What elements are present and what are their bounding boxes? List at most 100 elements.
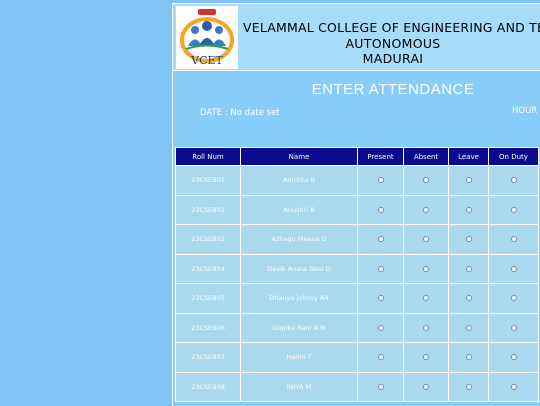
- on-duty-cell: [488, 283, 539, 314]
- present-radio[interactable]: [377, 354, 384, 361]
- hour-label: HOUR: [512, 106, 538, 116]
- present-radio[interactable]: [377, 383, 384, 390]
- student-name-cell: Dhanya johnsy AR: [240, 283, 358, 314]
- on-duty-cell: [488, 194, 539, 225]
- college-status: AUTONOMOUS: [345, 36, 441, 51]
- leave-radio[interactable]: [465, 295, 472, 302]
- college-logo: VCET: [176, 6, 238, 69]
- leave-cell: [448, 224, 489, 255]
- roll-number-cell: 23CSEB01: [175, 165, 241, 196]
- leave-radio[interactable]: [465, 236, 472, 243]
- present-cell: [357, 283, 404, 314]
- absent-radio[interactable]: [423, 354, 429, 361]
- leave-radio[interactable]: [465, 177, 472, 184]
- student-name-cell: INIYA M: [240, 371, 358, 402]
- roll-number-cell: 23CSEB02: [175, 194, 241, 225]
- leave-cell: [448, 283, 489, 314]
- on-duty-radio[interactable]: [510, 236, 517, 243]
- roll-number-cell: 23CSEB07: [175, 342, 241, 373]
- page-title: ENTER ATTENDANCE: [311, 81, 475, 98]
- column-header-present: Present: [357, 147, 404, 166]
- roll-number-cell: 23CSEB04: [175, 253, 241, 284]
- student-name-cell: Azhagu Meena G: [240, 224, 358, 255]
- on-duty-cell: [488, 224, 539, 255]
- on-duty-cell: [488, 165, 539, 196]
- college-city: MADURAI: [362, 51, 424, 66]
- column-header-name: Name: [240, 147, 358, 166]
- roll-number-cell: 23CSEB03: [175, 224, 241, 255]
- roll-number-cell: 23CSEB05: [175, 283, 241, 314]
- table-row: 23CSEB05 Dhanya johnsy AR: [175, 283, 539, 314]
- absent-radio[interactable]: [423, 295, 429, 302]
- present-cell: [357, 312, 404, 343]
- present-radio[interactable]: [377, 177, 384, 184]
- on-duty-radio[interactable]: [510, 295, 517, 302]
- leave-radio[interactable]: [465, 206, 472, 213]
- present-cell: [357, 371, 404, 402]
- absent-radio[interactable]: [423, 236, 429, 243]
- on-duty-radio[interactable]: [510, 354, 517, 361]
- on-duty-radio[interactable]: [510, 324, 517, 331]
- attendance-page: VCET VELAMMAL COLLEGE OF ENGINEERING AND…: [172, 3, 540, 406]
- on-duty-radio[interactable]: [510, 265, 517, 272]
- absent-cell: [403, 283, 449, 314]
- table-row: 23CSEB08 INIYA M: [175, 371, 539, 402]
- student-name-cell: Anushri B: [240, 194, 358, 225]
- table-row: 23CSEB07 Harini T: [175, 342, 539, 373]
- absent-cell: [403, 371, 449, 402]
- column-header-leave: Leave: [448, 147, 489, 166]
- student-name-cell: Devik Aruna Devi D: [240, 253, 358, 284]
- leave-cell: [448, 371, 489, 402]
- table-row: 23CSEB01 Amritha B: [175, 165, 539, 196]
- leave-radio[interactable]: [465, 354, 472, 361]
- date-label: DATE : No date set: [200, 108, 280, 118]
- present-cell: [357, 342, 404, 373]
- leave-radio[interactable]: [465, 324, 472, 331]
- present-cell: [357, 253, 404, 284]
- present-cell: [357, 194, 404, 225]
- absent-radio[interactable]: [423, 177, 429, 184]
- present-cell: [357, 224, 404, 255]
- absent-cell: [403, 165, 449, 196]
- absent-radio[interactable]: [423, 206, 429, 213]
- present-radio[interactable]: [377, 206, 384, 213]
- leave-radio[interactable]: [465, 383, 472, 390]
- present-radio[interactable]: [377, 265, 384, 272]
- table-row: 23CSEB06 Gopika Rani A M: [175, 312, 539, 343]
- absent-radio[interactable]: [423, 265, 429, 272]
- on-duty-cell: [488, 371, 539, 402]
- absent-cell: [403, 224, 449, 255]
- on-duty-radio[interactable]: [510, 206, 517, 213]
- leave-cell: [448, 312, 489, 343]
- roll-number-cell: 23CSEB08: [175, 371, 241, 402]
- present-radio[interactable]: [377, 236, 384, 243]
- column-header-roll-num: Roll Num: [175, 147, 241, 166]
- leave-cell: [448, 342, 489, 373]
- column-header-absent: Absent: [403, 147, 449, 166]
- leave-radio[interactable]: [465, 265, 472, 272]
- absent-cell: [403, 253, 449, 284]
- on-duty-radio[interactable]: [510, 177, 517, 184]
- student-name-cell: Harini T: [240, 342, 358, 373]
- on-duty-cell: [488, 312, 539, 343]
- absent-radio[interactable]: [423, 383, 429, 390]
- present-radio[interactable]: [377, 295, 384, 302]
- absent-radio[interactable]: [423, 324, 429, 331]
- leave-cell: [448, 165, 489, 196]
- present-radio[interactable]: [377, 324, 384, 331]
- table-row: 23CSEB03 Azhagu Meena G: [175, 224, 539, 255]
- college-header: VCET VELAMMAL COLLEGE OF ENGINEERING AND…: [173, 4, 540, 71]
- leave-cell: [448, 194, 489, 225]
- college-name: VELAMMAL COLLEGE OF ENGINEERING AND TECH…: [243, 20, 540, 35]
- student-name-cell: Gopika Rani A M: [240, 312, 358, 343]
- logo-text: VCET: [190, 54, 223, 67]
- roll-number-cell: 23CSEB06: [175, 312, 241, 343]
- table-row: 23CSEB04 Devik Aruna Devi D: [175, 253, 539, 284]
- attendance-table: Roll Num Name Present Absent Leave On Du…: [175, 147, 539, 402]
- column-header-on-duty: On Duty: [488, 147, 539, 166]
- on-duty-cell: [488, 342, 539, 373]
- on-duty-radio[interactable]: [510, 383, 517, 390]
- student-name-cell: Amritha B: [240, 165, 358, 196]
- absent-cell: [403, 194, 449, 225]
- table-header-row: Roll Num Name Present Absent Leave On Du…: [175, 147, 539, 166]
